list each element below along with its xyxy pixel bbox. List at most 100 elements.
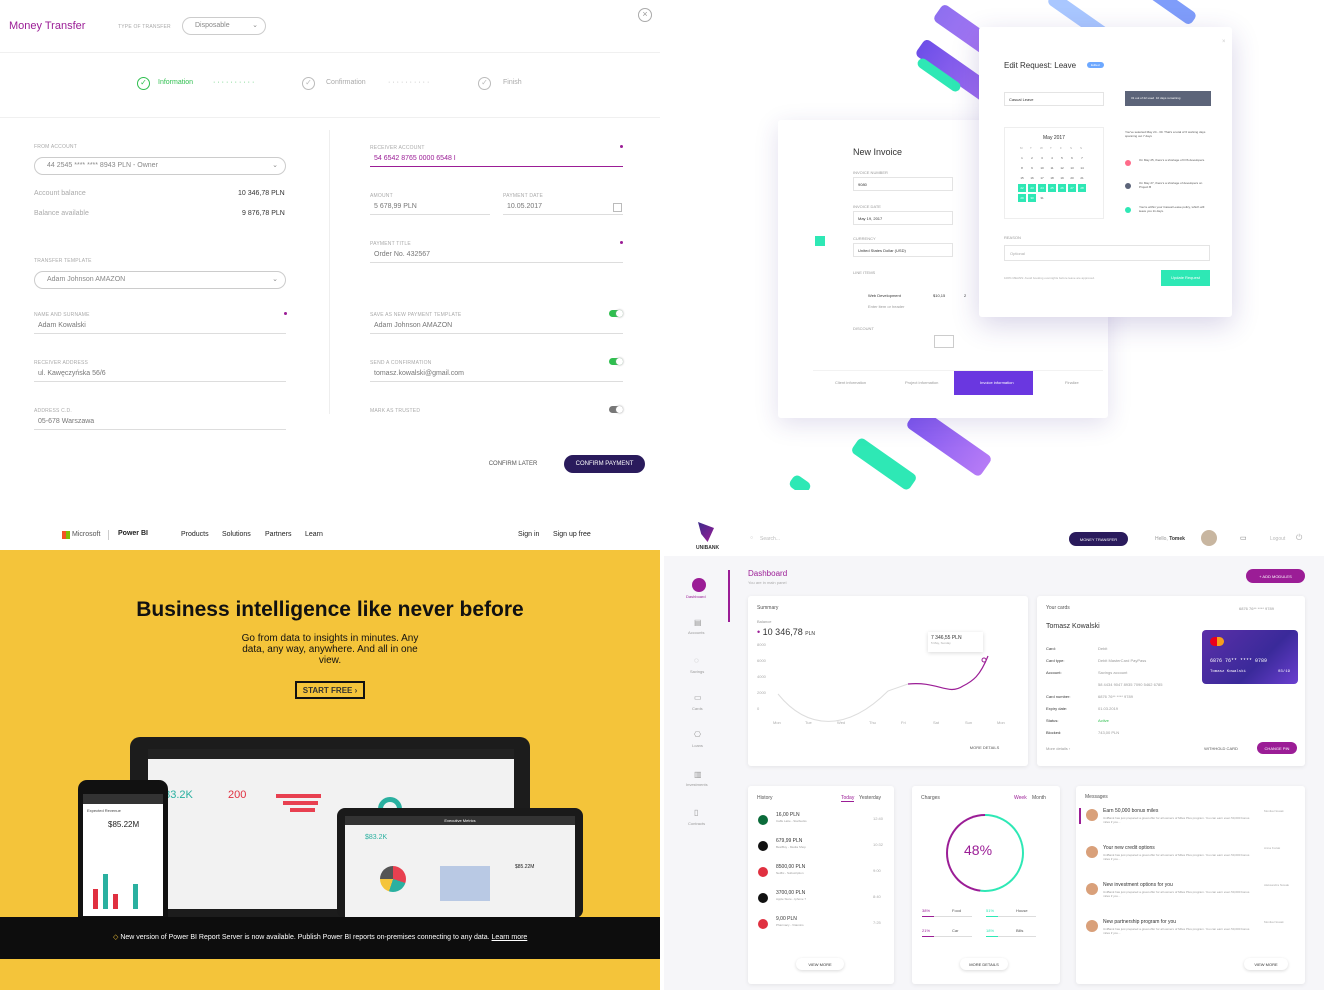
calendar-day[interactable]: 1: [1018, 154, 1026, 162]
more-details-button[interactable]: MORE DETAILS: [960, 958, 1008, 970]
calendar-day[interactable]: 7: [1078, 154, 1086, 162]
calendar-day[interactable]: 19: [1058, 174, 1066, 182]
line-item-placeholder[interactable]: Enter item or header: [868, 304, 904, 309]
calendar-day[interactable]: 17: [1038, 174, 1046, 182]
nav-products[interactable]: Products: [181, 531, 209, 538]
calendar-day[interactable]: 16: [1028, 174, 1036, 182]
withhold-card-button[interactable]: WITHHOLD CARD: [1197, 742, 1245, 754]
message-item[interactable]: New investment options for you Aleksandra…: [1076, 880, 1305, 914]
message-item[interactable]: New partnership program for you Monika No…: [1076, 917, 1305, 951]
search-input[interactable]: Search...: [760, 536, 780, 542]
calendar-day[interactable]: 23: [1028, 184, 1036, 192]
from-account-select[interactable]: 44 2545 **** **** 8943 PLN - Owner ⌄: [34, 157, 286, 175]
discount-add-button[interactable]: [934, 335, 954, 348]
tab-week[interactable]: Week: [1014, 795, 1027, 801]
payment-title-field[interactable]: Order No. 432567: [374, 251, 430, 258]
message-item[interactable]: Earn 50,000 bonus miles Monika Nowak UniBa…: [1076, 806, 1305, 840]
money-transfer-button[interactable]: MONEY TRANSFER: [1069, 532, 1128, 546]
save-template-toggle[interactable]: [609, 310, 623, 317]
calendar-day[interactable]: 25: [1048, 184, 1056, 192]
reason-field[interactable]: Optional: [1004, 245, 1210, 261]
tab-yesterday[interactable]: Yesterday: [859, 795, 881, 801]
add-modules-button[interactable]: + ADD MODULES: [1246, 569, 1305, 583]
calendar-day[interactable]: 15: [1018, 174, 1026, 182]
calendar-day[interactable]: 24: [1038, 184, 1046, 192]
type-select[interactable]: Disposable ⌄: [182, 17, 266, 35]
tab-today[interactable]: Today: [841, 795, 855, 802]
sign-up-link[interactable]: Sign up free: [553, 531, 591, 538]
calendar-day[interactable]: 22: [1018, 184, 1026, 192]
contracts-icon[interactable]: ▯: [694, 808, 698, 817]
more-details-link[interactable]: More details ›: [1046, 746, 1070, 751]
tab-month[interactable]: Month: [1032, 795, 1046, 801]
nav-savings[interactable]: Savings: [690, 669, 704, 674]
amount-field[interactable]: 5 678,99 PLN: [374, 203, 417, 210]
calendar-day[interactable]: 8: [1018, 164, 1026, 172]
nav-cards[interactable]: Cards: [692, 706, 703, 711]
nav-loans[interactable]: Loans: [692, 743, 703, 748]
confirm-later-button[interactable]: CONFIRM LATER: [474, 455, 552, 473]
confirm-payment-button[interactable]: CONFIRM PAYMENT: [564, 455, 645, 473]
invoice-number-field[interactable]: 9080: [853, 177, 953, 191]
update-request-button[interactable]: Update Request: [1161, 270, 1210, 286]
calendar-day[interactable]: 29: [1018, 194, 1026, 202]
history-row[interactable]: 8500,00 PLN Netflix - Subscription 9:00: [748, 860, 894, 884]
calendar-day[interactable]: 3: [1038, 154, 1046, 162]
chat-icon[interactable]: ▭: [1240, 534, 1247, 542]
leave-type-select[interactable]: Casual Leave: [1004, 92, 1104, 106]
card-select[interactable]: 6876 76** **** 9789: [1239, 606, 1274, 611]
calendar-day[interactable]: 4: [1048, 154, 1056, 162]
calendar-day[interactable]: 6: [1068, 154, 1076, 162]
template-select[interactable]: Adam Johnson AMAZON ⌄: [34, 271, 286, 289]
calendar-day[interactable]: 28: [1078, 184, 1086, 192]
savings-icon[interactable]: ◌: [694, 656, 699, 665]
payment-date-field[interactable]: 10.05.2017: [507, 203, 542, 210]
nav-dashboard[interactable]: Dashboard: [686, 594, 706, 599]
name-field[interactable]: Adam Kowalski: [38, 322, 86, 329]
tab-invoice-information[interactable]: Invoice information: [954, 371, 1033, 395]
receiver-address-field[interactable]: ul. Kawęczyńska 56/6: [38, 370, 106, 377]
calendar-icon[interactable]: [613, 203, 622, 212]
sign-in-link[interactable]: Sign in: [518, 531, 539, 538]
nav-partners[interactable]: Partners: [265, 531, 291, 538]
tab-client-information[interactable]: Client information: [835, 380, 866, 385]
history-row[interactable]: 9,00 PLN Pharmacy - Vitamins 7:25: [748, 912, 894, 936]
calendar-day[interactable]: 30: [1028, 194, 1036, 202]
history-row[interactable]: 3700,00 PLN Apple Store - Iphone 7 8:40: [748, 886, 894, 910]
nav-learn[interactable]: Learn: [305, 531, 323, 538]
calendar-day[interactable]: 21: [1078, 174, 1086, 182]
calendar-day[interactable]: 27: [1068, 184, 1076, 192]
calendar-day[interactable]: 31: [1038, 194, 1046, 202]
invoice-date-field[interactable]: May 19, 2017: [853, 211, 953, 225]
nav-solutions[interactable]: Solutions: [222, 531, 251, 538]
tab-project-information[interactable]: Project information: [905, 380, 938, 385]
loans-icon[interactable]: ⎔: [694, 730, 701, 739]
nav-investments[interactable]: Investments: [686, 782, 708, 787]
send-confirmation-toggle[interactable]: [609, 358, 623, 365]
mark-trusted-toggle[interactable]: [609, 406, 623, 413]
learn-more-link[interactable]: Learn more: [492, 934, 528, 941]
calendar-day[interactable]: 18: [1048, 174, 1056, 182]
calendar-day[interactable]: 12: [1058, 164, 1066, 172]
history-row[interactable]: 679,99 PLN BestBuy - Media Shop 10:32: [748, 834, 894, 858]
calendar-day[interactable]: 13: [1068, 164, 1076, 172]
view-more-button[interactable]: VIEW MORE: [796, 958, 844, 970]
calendar-day[interactable]: 11: [1048, 164, 1056, 172]
logout-link[interactable]: Logout: [1270, 536, 1285, 542]
power-icon[interactable]: ⏻: [1296, 533, 1302, 543]
view-more-button[interactable]: VIEW MORE: [1244, 958, 1288, 970]
powerbi-brand[interactable]: Power BI: [118, 530, 148, 537]
cards-icon[interactable]: ▭: [694, 693, 702, 702]
calendar[interactable]: May 2017 M T W T F S S 1 2 3 4 5 6 7 8 9 10 11 12 13 14 15 16 1…: [1004, 127, 1104, 219]
tab-finalize[interactable]: Finalize: [1065, 380, 1079, 385]
calendar-day[interactable]: 5: [1058, 154, 1066, 162]
calendar-day[interactable]: 26: [1058, 184, 1066, 192]
currency-select[interactable]: United States Dollar (USD): [853, 243, 953, 257]
receiver-account-field[interactable]: 54 6542 8765 0000 6548 I: [374, 155, 456, 162]
confirmation-email-field[interactable]: tomasz.kowalski@gmail.com: [374, 370, 464, 377]
calendar-day[interactable]: 2: [1028, 154, 1036, 162]
message-item[interactable]: Your new credit options Anna Kozak UniBank…: [1076, 843, 1305, 877]
save-template-field[interactable]: Adam Johnson AMAZON: [374, 322, 452, 329]
more-details-button[interactable]: MORE DETAILS: [962, 741, 1007, 753]
calendar-day[interactable]: 9: [1028, 164, 1036, 172]
